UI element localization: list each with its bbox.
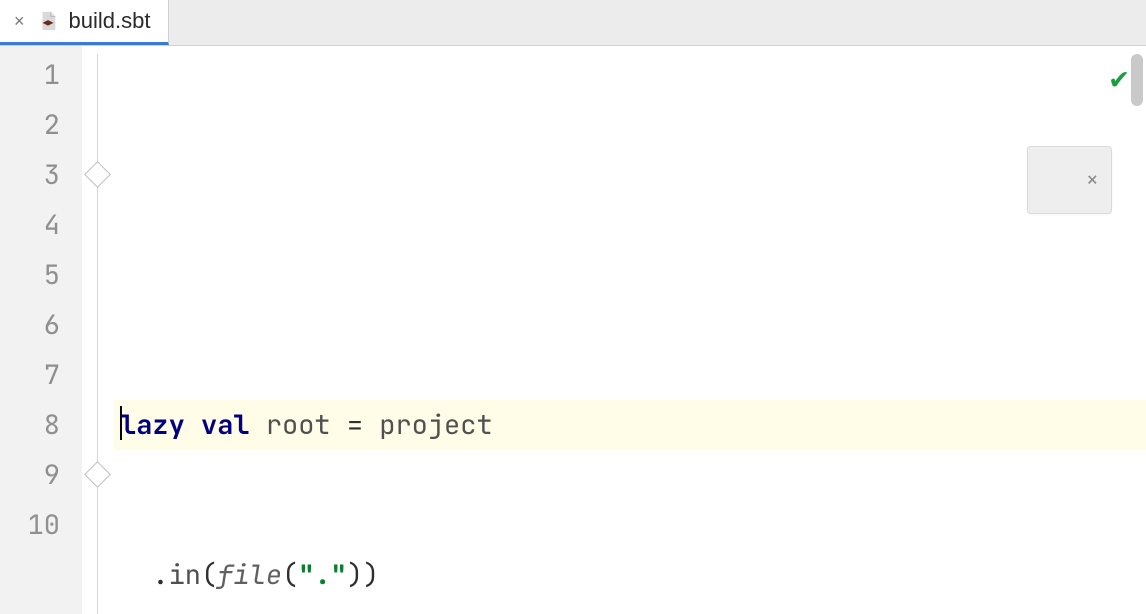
function-file: file xyxy=(217,557,282,593)
keyword-val: val xyxy=(201,407,250,443)
fold-handle-close[interactable] xyxy=(84,461,111,488)
close-popup-icon[interactable]: × xyxy=(1086,155,1099,205)
line-number: 5 xyxy=(0,250,60,300)
tab-bar: × build.sbt xyxy=(0,0,1146,46)
identifier: project xyxy=(379,407,492,443)
punct: ) xyxy=(347,557,363,593)
code-area[interactable]: ✔ × lazy val root = project .in(file("."… xyxy=(114,46,1146,614)
operator: = xyxy=(347,407,363,443)
fold-handle-open[interactable] xyxy=(84,161,111,188)
punct: . xyxy=(152,557,168,593)
string-quote: " xyxy=(331,557,347,593)
sbt-file-icon xyxy=(37,10,59,32)
tab-filename: build.sbt xyxy=(69,8,151,34)
string-quote: " xyxy=(298,557,314,593)
sbt-reload-icon[interactable] xyxy=(1040,166,1068,194)
inspection-ok-icon[interactable]: ✔ xyxy=(1110,52,1128,102)
punct: ( xyxy=(201,557,217,593)
line-number: 4 xyxy=(0,200,60,250)
scrollbar-thumb[interactable] xyxy=(1131,54,1143,106)
line-number: 2 xyxy=(0,100,60,150)
line-number: 7 xyxy=(0,350,60,400)
code-line[interactable]: .in(file(".")) xyxy=(114,550,1146,600)
tab-build-sbt[interactable]: × build.sbt xyxy=(0,0,169,45)
punct: ( xyxy=(282,557,298,593)
line-number: 10 xyxy=(0,500,60,550)
line-number: 8 xyxy=(0,400,60,450)
keyword-lazy: lazy xyxy=(120,407,185,443)
line-number-gutter: 1 2 3 4 5 6 7 8 9 10 xyxy=(0,46,82,614)
line-number: 1 xyxy=(0,50,60,100)
string: . xyxy=(314,557,330,593)
method: in xyxy=(169,557,201,593)
line-number: 9 xyxy=(0,450,60,500)
line-number: 3 xyxy=(0,150,60,200)
code-editor[interactable]: 1 2 3 4 5 6 7 8 9 10 ✔ × lazy val root =… xyxy=(0,46,1146,614)
line-number: 6 xyxy=(0,300,60,350)
punct: ) xyxy=(363,557,379,593)
close-tab-icon[interactable]: × xyxy=(14,12,27,30)
identifier: root xyxy=(266,407,331,443)
code-line[interactable]: lazy val root = project xyxy=(114,400,1146,450)
sbt-reload-popup: × xyxy=(1027,146,1112,214)
fold-gutter xyxy=(82,46,114,614)
